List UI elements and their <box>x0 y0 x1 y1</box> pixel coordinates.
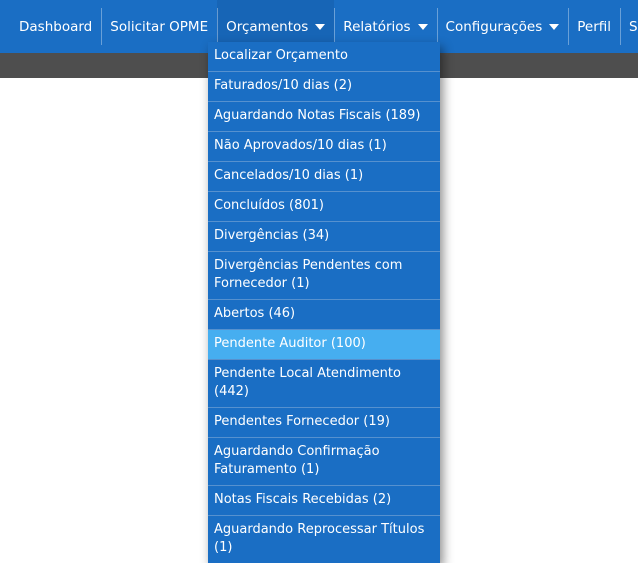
caret-down-icon <box>315 23 326 30</box>
caret-down-icon <box>417 23 428 30</box>
nav-item-label: Sair <box>629 18 638 35</box>
menu-item-faturados[interactable]: Faturados/10 dias (2) <box>208 72 440 102</box>
menu-item-aguardando-reprocessar-titulos[interactable]: Aguardando Reprocessar Títulos (1) <box>208 516 440 563</box>
nav-item-label: Relatórios <box>343 18 411 35</box>
menu-item-divergencias[interactable]: Divergências (34) <box>208 222 440 252</box>
menu-item-notas-fiscais-recebidas[interactable]: Notas Fiscais Recebidas (2) <box>208 486 440 516</box>
nav-item-label: Solicitar OPME <box>110 18 209 35</box>
menu-item-nao-aprovados[interactable]: Não Aprovados/10 dias (1) <box>208 132 440 162</box>
menu-item-localizar-orcamento[interactable]: Localizar Orçamento <box>208 42 440 72</box>
nav-item-label: Configurações <box>445 18 543 35</box>
nav-item-solicitar-opme[interactable]: Solicitar OPME <box>101 0 217 53</box>
nav-item-perfil[interactable]: Perfil <box>568 0 620 53</box>
menu-item-pendentes-fornecedor[interactable]: Pendentes Fornecedor (19) <box>208 408 440 438</box>
nav-item-configuracoes[interactable]: Configurações <box>436 0 569 53</box>
menu-item-abertos[interactable]: Abertos (46) <box>208 300 440 330</box>
menu-item-cancelados[interactable]: Cancelados/10 dias (1) <box>208 162 440 192</box>
menu-item-divergencias-pendentes-fornecedor[interactable]: Divergências Pendentes com Fornecedor (1… <box>208 252 440 300</box>
nav-item-dashboard[interactable]: Dashboard <box>0 0 101 53</box>
nav-item-label: Perfil <box>577 18 612 35</box>
menu-item-aguardando-confirmacao-faturamento[interactable]: Aguardando Confirmação Faturamento (1) <box>208 438 440 486</box>
orcamentos-dropdown-menu: Localizar Orçamento Faturados/10 dias (2… <box>208 42 440 563</box>
nav-item-sair[interactable]: Sair <box>620 0 638 53</box>
nav-item-label: Dashboard <box>19 18 93 35</box>
menu-item-pendente-local-atendimento[interactable]: Pendente Local Atendimento (442) <box>208 360 440 408</box>
caret-down-icon <box>549 23 560 30</box>
menu-item-pendente-auditor[interactable]: Pendente Auditor (100) <box>208 330 440 360</box>
nav-item-label: Orçamentos <box>226 18 309 35</box>
menu-item-aguardando-notas-fiscais[interactable]: Aguardando Notas Fiscais (189) <box>208 102 440 132</box>
menu-item-concluidos[interactable]: Concluídos (801) <box>208 192 440 222</box>
